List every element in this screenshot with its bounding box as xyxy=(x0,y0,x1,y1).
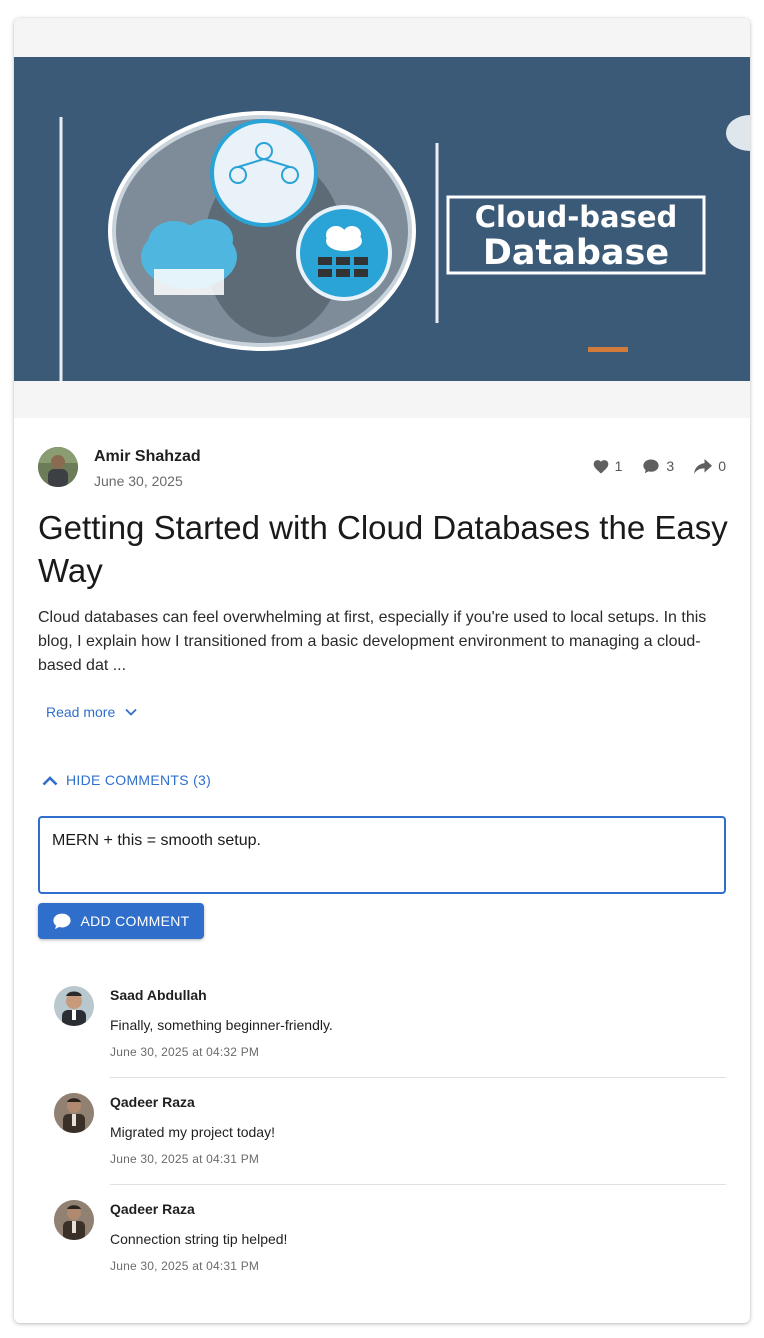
comment-bubble-icon xyxy=(53,913,72,930)
blog-post-card: Cloud-based Database Amir Shahzad June 3… xyxy=(14,18,750,1323)
comment-divider xyxy=(110,1184,726,1185)
comment-bubble-icon xyxy=(643,459,660,474)
author-avatar[interactable] xyxy=(38,447,78,487)
banner-headline-line1: Cloud-based xyxy=(474,200,678,234)
share-arrow-icon xyxy=(694,458,713,474)
read-more-button[interactable]: Read more xyxy=(46,704,137,720)
commenter-avatar[interactable] xyxy=(54,1093,94,1133)
add-comment-button[interactable]: ADD COMMENT xyxy=(38,903,204,939)
comment-timestamp: June 30, 2025 at 04:32 PM xyxy=(110,1045,260,1059)
comment-text: Connection string tip helped! xyxy=(110,1231,288,1247)
comment-stat[interactable]: 3 xyxy=(642,458,674,474)
comment-count: 3 xyxy=(666,458,675,474)
post-stats: 1 3 0 xyxy=(573,458,726,474)
heart-icon xyxy=(593,459,608,473)
comment-item: Qadeer Raza Connection string tip helped… xyxy=(54,1190,726,1297)
post-banner-image: Cloud-based Database xyxy=(14,57,750,381)
comment-item: Qadeer Raza Migrated my project today! J… xyxy=(54,1083,726,1190)
comment-timestamp: June 30, 2025 at 04:31 PM xyxy=(110,1259,260,1273)
add-comment-label: ADD COMMENT xyxy=(80,913,190,929)
chevron-up-icon xyxy=(42,775,58,785)
commenter-name[interactable]: Qadeer Raza xyxy=(110,1201,195,1217)
hide-comments-toggle[interactable]: HIDE COMMENTS (3) xyxy=(42,772,211,788)
share-count: 0 xyxy=(718,458,726,474)
post-date: June 30, 2025 xyxy=(94,473,183,489)
commenter-avatar[interactable] xyxy=(54,986,94,1026)
comment-divider xyxy=(110,1077,726,1078)
banner-headline: Cloud-based Database xyxy=(450,200,702,273)
chevron-down-icon xyxy=(125,708,137,716)
commenter-name[interactable]: Saad Abdullah xyxy=(110,987,207,1003)
like-count: 1 xyxy=(614,458,623,474)
post-title: Getting Started with Cloud Databases the… xyxy=(38,509,728,589)
post-excerpt: Cloud databases can feel overwhelming at… xyxy=(38,609,707,674)
commenter-avatar[interactable] xyxy=(54,1200,94,1240)
like-stat[interactable]: 1 xyxy=(593,458,623,474)
comment-text: Migrated my project today! xyxy=(110,1124,275,1140)
post-media: Cloud-based Database xyxy=(14,18,750,418)
share-stat[interactable]: 0 xyxy=(694,458,726,474)
comment-text: Finally, something beginner-friendly. xyxy=(110,1017,333,1033)
read-more-label: Read more xyxy=(46,704,116,720)
comment-timestamp: June 30, 2025 at 04:31 PM xyxy=(110,1152,260,1166)
author-name[interactable]: Amir Shahzad xyxy=(94,448,201,466)
banner-headline-line2: Database xyxy=(482,233,670,273)
post-meta: Amir Shahzad June 30, 2025 1 3 0 xyxy=(38,446,726,490)
comment-input[interactable] xyxy=(38,816,726,894)
hide-comments-label: HIDE COMMENTS (3) xyxy=(66,772,212,788)
comment-list: Saad Abdullah Finally, something beginne… xyxy=(54,976,726,1297)
comment-item: Saad Abdullah Finally, something beginne… xyxy=(54,976,726,1083)
commenter-name[interactable]: Qadeer Raza xyxy=(110,1094,195,1110)
